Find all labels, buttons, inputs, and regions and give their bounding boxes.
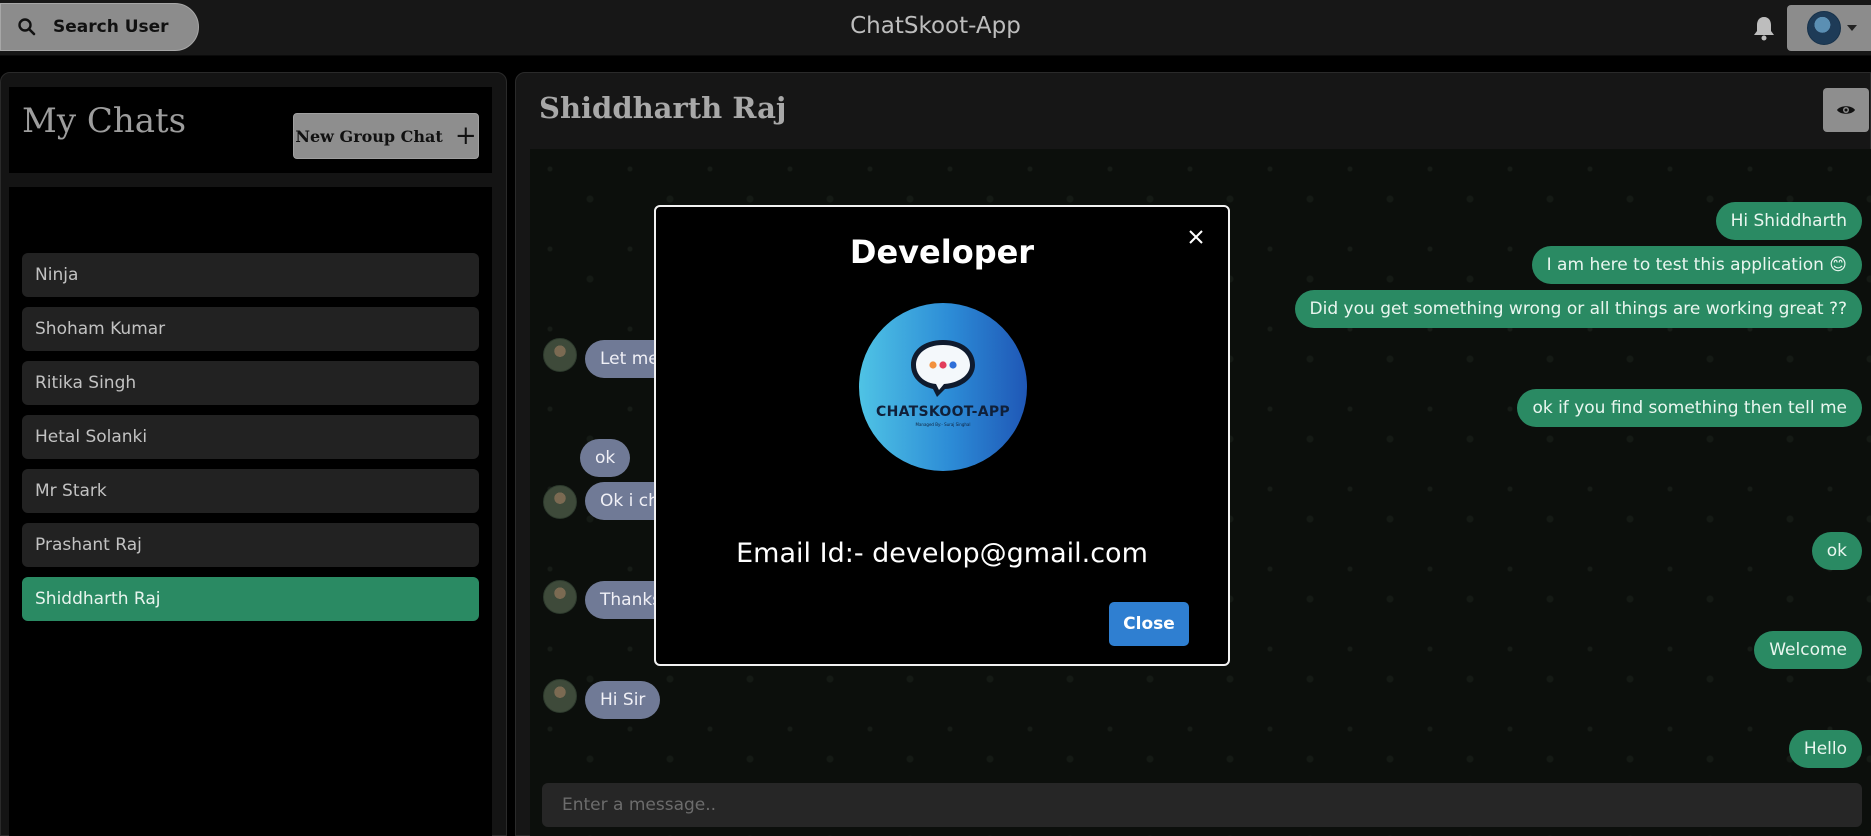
chat-bubble-icon [911, 340, 975, 397]
modal-title: Developer [849, 233, 1035, 271]
close-button[interactable]: Close [1109, 602, 1189, 646]
logo-subtext: Managed By:- Suraj Singhal [915, 422, 971, 427]
close-icon[interactable] [1182, 223, 1210, 251]
developer-email: Email Id:- develop@gmail.com [736, 538, 1148, 569]
app-logo: CHATSKOOT-APP Managed By:- Suraj Singhal [859, 303, 1027, 471]
developer-modal: Developer CHATSKOOT-APP Managed By:- Sur… [654, 205, 1230, 666]
logo-text: CHATSKOOT-APP [876, 404, 1010, 420]
modal-overlay: Developer CHATSKOOT-APP Managed By:- Sur… [0, 0, 1871, 836]
